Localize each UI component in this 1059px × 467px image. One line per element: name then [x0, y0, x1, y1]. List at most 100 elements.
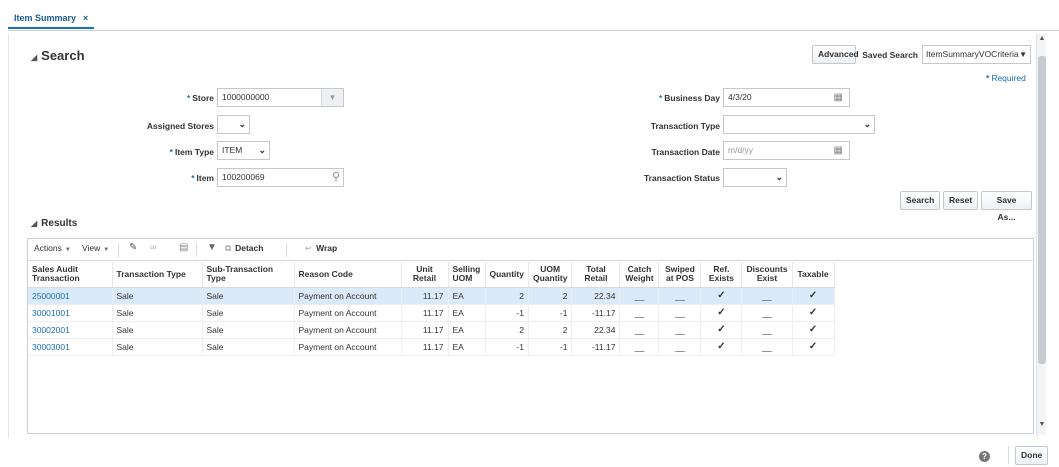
- wrap-button[interactable]: ↵ Wrap: [305, 243, 337, 254]
- column-header[interactable]: Swiped at POS: [658, 262, 702, 288]
- check-icon: ✓: [792, 338, 835, 356]
- table-cell: EA: [448, 338, 486, 356]
- table-cell: EA: [448, 287, 486, 305]
- table-row[interactable]: 25000001 Sale Sale Payment on Account 11…: [28, 287, 835, 305]
- table-row[interactable]: 30002001 Sale Sale Payment on Account 11…: [28, 321, 835, 339]
- store-field[interactable]: 1000000000 ▼: [217, 88, 344, 107]
- done-button[interactable]: Done: [1015, 446, 1048, 465]
- calendar-icon[interactable]: ▦: [834, 142, 843, 159]
- required-note: * Required: [986, 73, 1026, 83]
- column-header[interactable]: Transaction Type: [112, 262, 203, 288]
- table-cell: 2: [485, 287, 529, 305]
- table-cell: 22.34: [571, 287, 621, 305]
- actions-menu[interactable]: Actions ▼: [34, 243, 71, 253]
- saved-search-select[interactable]: ItemSummaryVOCriteria ▼: [922, 45, 1031, 64]
- column-header[interactable]: Catch Weight: [619, 262, 660, 288]
- chevron-down-icon: ⌄: [238, 119, 246, 129]
- assigned-stores-select[interactable]: ⌄: [217, 115, 250, 134]
- column-header[interactable]: Sub-Transaction Type: [202, 262, 295, 288]
- table-cell: Sale: [202, 321, 295, 339]
- toolbar-divider: [196, 243, 197, 257]
- filter-icon[interactable]: ▼: [207, 242, 217, 253]
- table-cell: 22.34: [571, 321, 621, 339]
- table-cell: Payment on Account: [294, 338, 402, 356]
- item-type-label-text: Item Type: [174, 147, 214, 157]
- transaction-link[interactable]: 30001001: [28, 304, 113, 322]
- view-menu[interactable]: View ▼: [82, 243, 109, 253]
- column-header[interactable]: Sales Audit Transaction: [28, 262, 113, 288]
- table-cell: -1: [485, 304, 529, 322]
- table-header-row: Sales Audit Transaction Transaction Type…: [28, 262, 835, 288]
- transaction-link[interactable]: 30002001: [28, 321, 113, 339]
- transaction-status-label: Transaction Status: [643, 173, 720, 183]
- store-dropdown-icon[interactable]: ▼: [321, 89, 343, 106]
- chevron-down-icon: ▼: [103, 247, 110, 253]
- collapse-search-icon[interactable]: ◢: [31, 53, 37, 62]
- table-cell: Sale: [112, 304, 203, 322]
- detach-button[interactable]: ⧉ Detach: [225, 243, 263, 254]
- view-glasses-icon[interactable]: ∞: [150, 242, 156, 252]
- actions-label: Actions: [34, 243, 62, 253]
- freeze-icon[interactable]: ▤: [179, 242, 188, 253]
- scrollbar-thumb[interactable]: [1038, 56, 1046, 364]
- table-row[interactable]: 30003001 Sale Sale Payment on Account 11…: [28, 338, 835, 356]
- item-type-select[interactable]: ITEM ⌄: [217, 141, 270, 160]
- save-as-button[interactable]: Save As...: [981, 191, 1032, 222]
- transaction-date-field[interactable]: m/d/yy ▦: [723, 141, 850, 160]
- column-header[interactable]: UOM Quantity: [528, 262, 573, 288]
- table-cell: __: [619, 287, 660, 305]
- transaction-type-select[interactable]: ⌄: [723, 115, 875, 134]
- column-header[interactable]: Quantity: [485, 262, 529, 288]
- assigned-stores-label: Assigned Stores: [146, 121, 214, 131]
- transaction-link[interactable]: 30003001: [28, 338, 113, 356]
- search-icon[interactable]: ⚲: [332, 169, 340, 186]
- column-header[interactable]: Discounts Exist: [741, 262, 793, 288]
- transaction-link[interactable]: 25000001: [28, 287, 113, 305]
- chevron-down-icon: ▼: [64, 247, 71, 253]
- tab-divider: [8, 30, 1059, 31]
- item-field[interactable]: 100200069 ⚲: [217, 168, 344, 187]
- help-icon[interactable]: ?: [979, 451, 990, 462]
- results-table: Sales Audit Transaction Transaction Type…: [28, 262, 835, 356]
- table-cell: __: [658, 338, 702, 356]
- search-section-header[interactable]: ◢ Search: [31, 48, 85, 63]
- table-cell: __: [658, 321, 702, 339]
- reset-button[interactable]: Reset: [943, 191, 978, 210]
- edit-icon[interactable]: ✎: [129, 242, 137, 253]
- scroll-up-icon[interactable]: ▲: [1038, 34, 1046, 44]
- store-label: * Store: [140, 93, 214, 103]
- check-icon: ✓: [792, 321, 835, 339]
- item-type-label: * Item Type: [140, 147, 214, 157]
- table-cell: __: [741, 321, 793, 339]
- toolbar-divider: [286, 243, 287, 257]
- tab-item-summary[interactable]: Item Summary ×: [8, 10, 95, 29]
- table-cell: 2: [528, 321, 573, 339]
- store-value: 1000000000: [222, 92, 270, 102]
- column-header[interactable]: Ref. Exists: [700, 262, 743, 288]
- wrap-label: Wrap: [316, 243, 338, 253]
- calendar-icon[interactable]: ▦: [834, 89, 843, 106]
- required-asterisk: *: [191, 173, 195, 183]
- table-cell: 11.17: [401, 304, 449, 322]
- close-tab-icon[interactable]: ×: [83, 13, 88, 23]
- scroll-down-icon[interactable]: ▼: [1038, 420, 1046, 430]
- column-header[interactable]: Taxable: [792, 262, 835, 288]
- column-header[interactable]: Selling UOM: [448, 262, 486, 288]
- collapse-results-icon[interactable]: ◢: [31, 219, 37, 228]
- column-header[interactable]: Reason Code: [294, 262, 402, 288]
- check-icon: ✓: [700, 304, 743, 322]
- table-cell: -11.17: [571, 338, 621, 356]
- business-day-field[interactable]: 4/3/20 ▦: [723, 88, 850, 107]
- table-cell: Sale: [112, 321, 203, 339]
- vertical-scrollbar[interactable]: ▲ ▼: [1036, 34, 1046, 435]
- advanced-button[interactable]: Advanced: [812, 45, 859, 64]
- table-cell: Sale: [202, 338, 295, 356]
- check-icon: ✓: [792, 287, 835, 305]
- table-cell: __: [741, 304, 793, 322]
- transaction-status-select[interactable]: ⌄: [723, 168, 787, 187]
- table-row[interactable]: 30001001 Sale Sale Payment on Account 11…: [28, 304, 835, 322]
- column-header[interactable]: Total Retail: [571, 262, 621, 288]
- results-section-header[interactable]: ◢ Results: [31, 218, 77, 229]
- column-header[interactable]: Unit Retail: [401, 262, 449, 288]
- search-button[interactable]: Search: [900, 191, 940, 210]
